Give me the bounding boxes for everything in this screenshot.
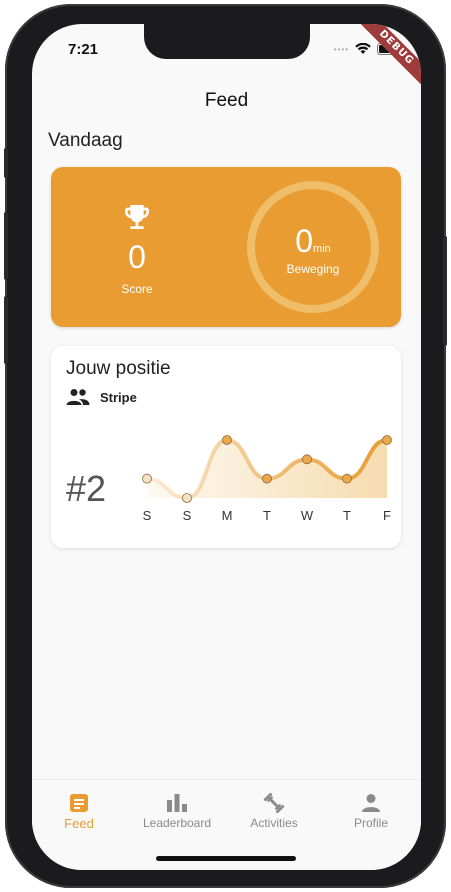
profile-icon	[362, 794, 380, 812]
team-row: Stripe	[66, 388, 137, 406]
signal-icon: ••••	[333, 44, 349, 54]
team-name: Stripe	[100, 389, 137, 405]
activities-icon	[263, 792, 285, 814]
chart-x-tick-label: S	[183, 508, 192, 523]
chart-x-tick-label: S	[143, 508, 152, 523]
chart-point	[262, 473, 272, 484]
page-title: Feed	[204, 90, 249, 111]
nav-item-leaderboard[interactable]: Leaderboard	[132, 792, 222, 830]
today-summary-card: 0 Score 0min Beweging	[51, 167, 401, 327]
volume-up-button	[4, 212, 8, 280]
chart-area	[147, 440, 387, 498]
nav-item-activities[interactable]: Activities	[229, 792, 319, 830]
chart-point	[302, 454, 312, 465]
movement-label: Beweging	[286, 262, 340, 276]
section-title-today: Vandaag	[48, 130, 123, 151]
leaderboard-icon	[167, 794, 187, 812]
chart-point	[182, 493, 192, 503]
nav-label-profile: Profile	[353, 816, 388, 830]
notch	[144, 24, 310, 59]
feed-icon	[70, 794, 88, 812]
movement-ring: 0min Beweging	[247, 181, 379, 313]
home-indicator	[156, 856, 296, 861]
wifi-icon	[355, 43, 371, 54]
rank-value: #2	[66, 468, 107, 509]
group-icon	[66, 389, 90, 405]
nav-label-feed: Feed	[64, 816, 94, 831]
trophy-icon	[125, 205, 149, 229]
movement-value-row: 0min	[255, 223, 371, 260]
screen: 7:21 •••• DEBUG Feed Vandaag 0 Score 0mi…	[32, 24, 421, 870]
chart-point	[382, 435, 392, 445]
nav-label-leaderboard: Leaderboard	[142, 816, 212, 830]
power-button	[443, 236, 447, 346]
nav-item-feed[interactable]: Feed	[34, 792, 124, 831]
weekly-chart: SSMTWTF	[142, 435, 392, 523]
chart-x-tick-label: T	[343, 508, 351, 523]
score-label: Score	[121, 282, 153, 296]
movement-unit: min	[313, 243, 331, 255]
chart-x-tick-label: T	[263, 508, 271, 523]
chart-point	[342, 473, 352, 484]
score-value: 0	[128, 239, 146, 275]
chart-x-tick-label: W	[301, 508, 314, 523]
position-card[interactable]: Jouw positie Stripe #2 S S M T W T F	[51, 346, 401, 548]
chart-point	[222, 435, 232, 445]
chart-x-tick-label: M	[222, 508, 233, 523]
status-time: 7:21	[68, 41, 99, 58]
mute-switch	[4, 148, 8, 178]
nav-item-profile[interactable]: Profile	[326, 792, 416, 830]
nav-label-activities: Activities	[250, 816, 298, 830]
position-title: Jouw positie	[66, 358, 171, 379]
movement-value: 0	[295, 223, 314, 259]
volume-down-button	[4, 296, 8, 364]
chart-point	[142, 473, 152, 484]
chart-x-tick-label: F	[383, 508, 391, 523]
